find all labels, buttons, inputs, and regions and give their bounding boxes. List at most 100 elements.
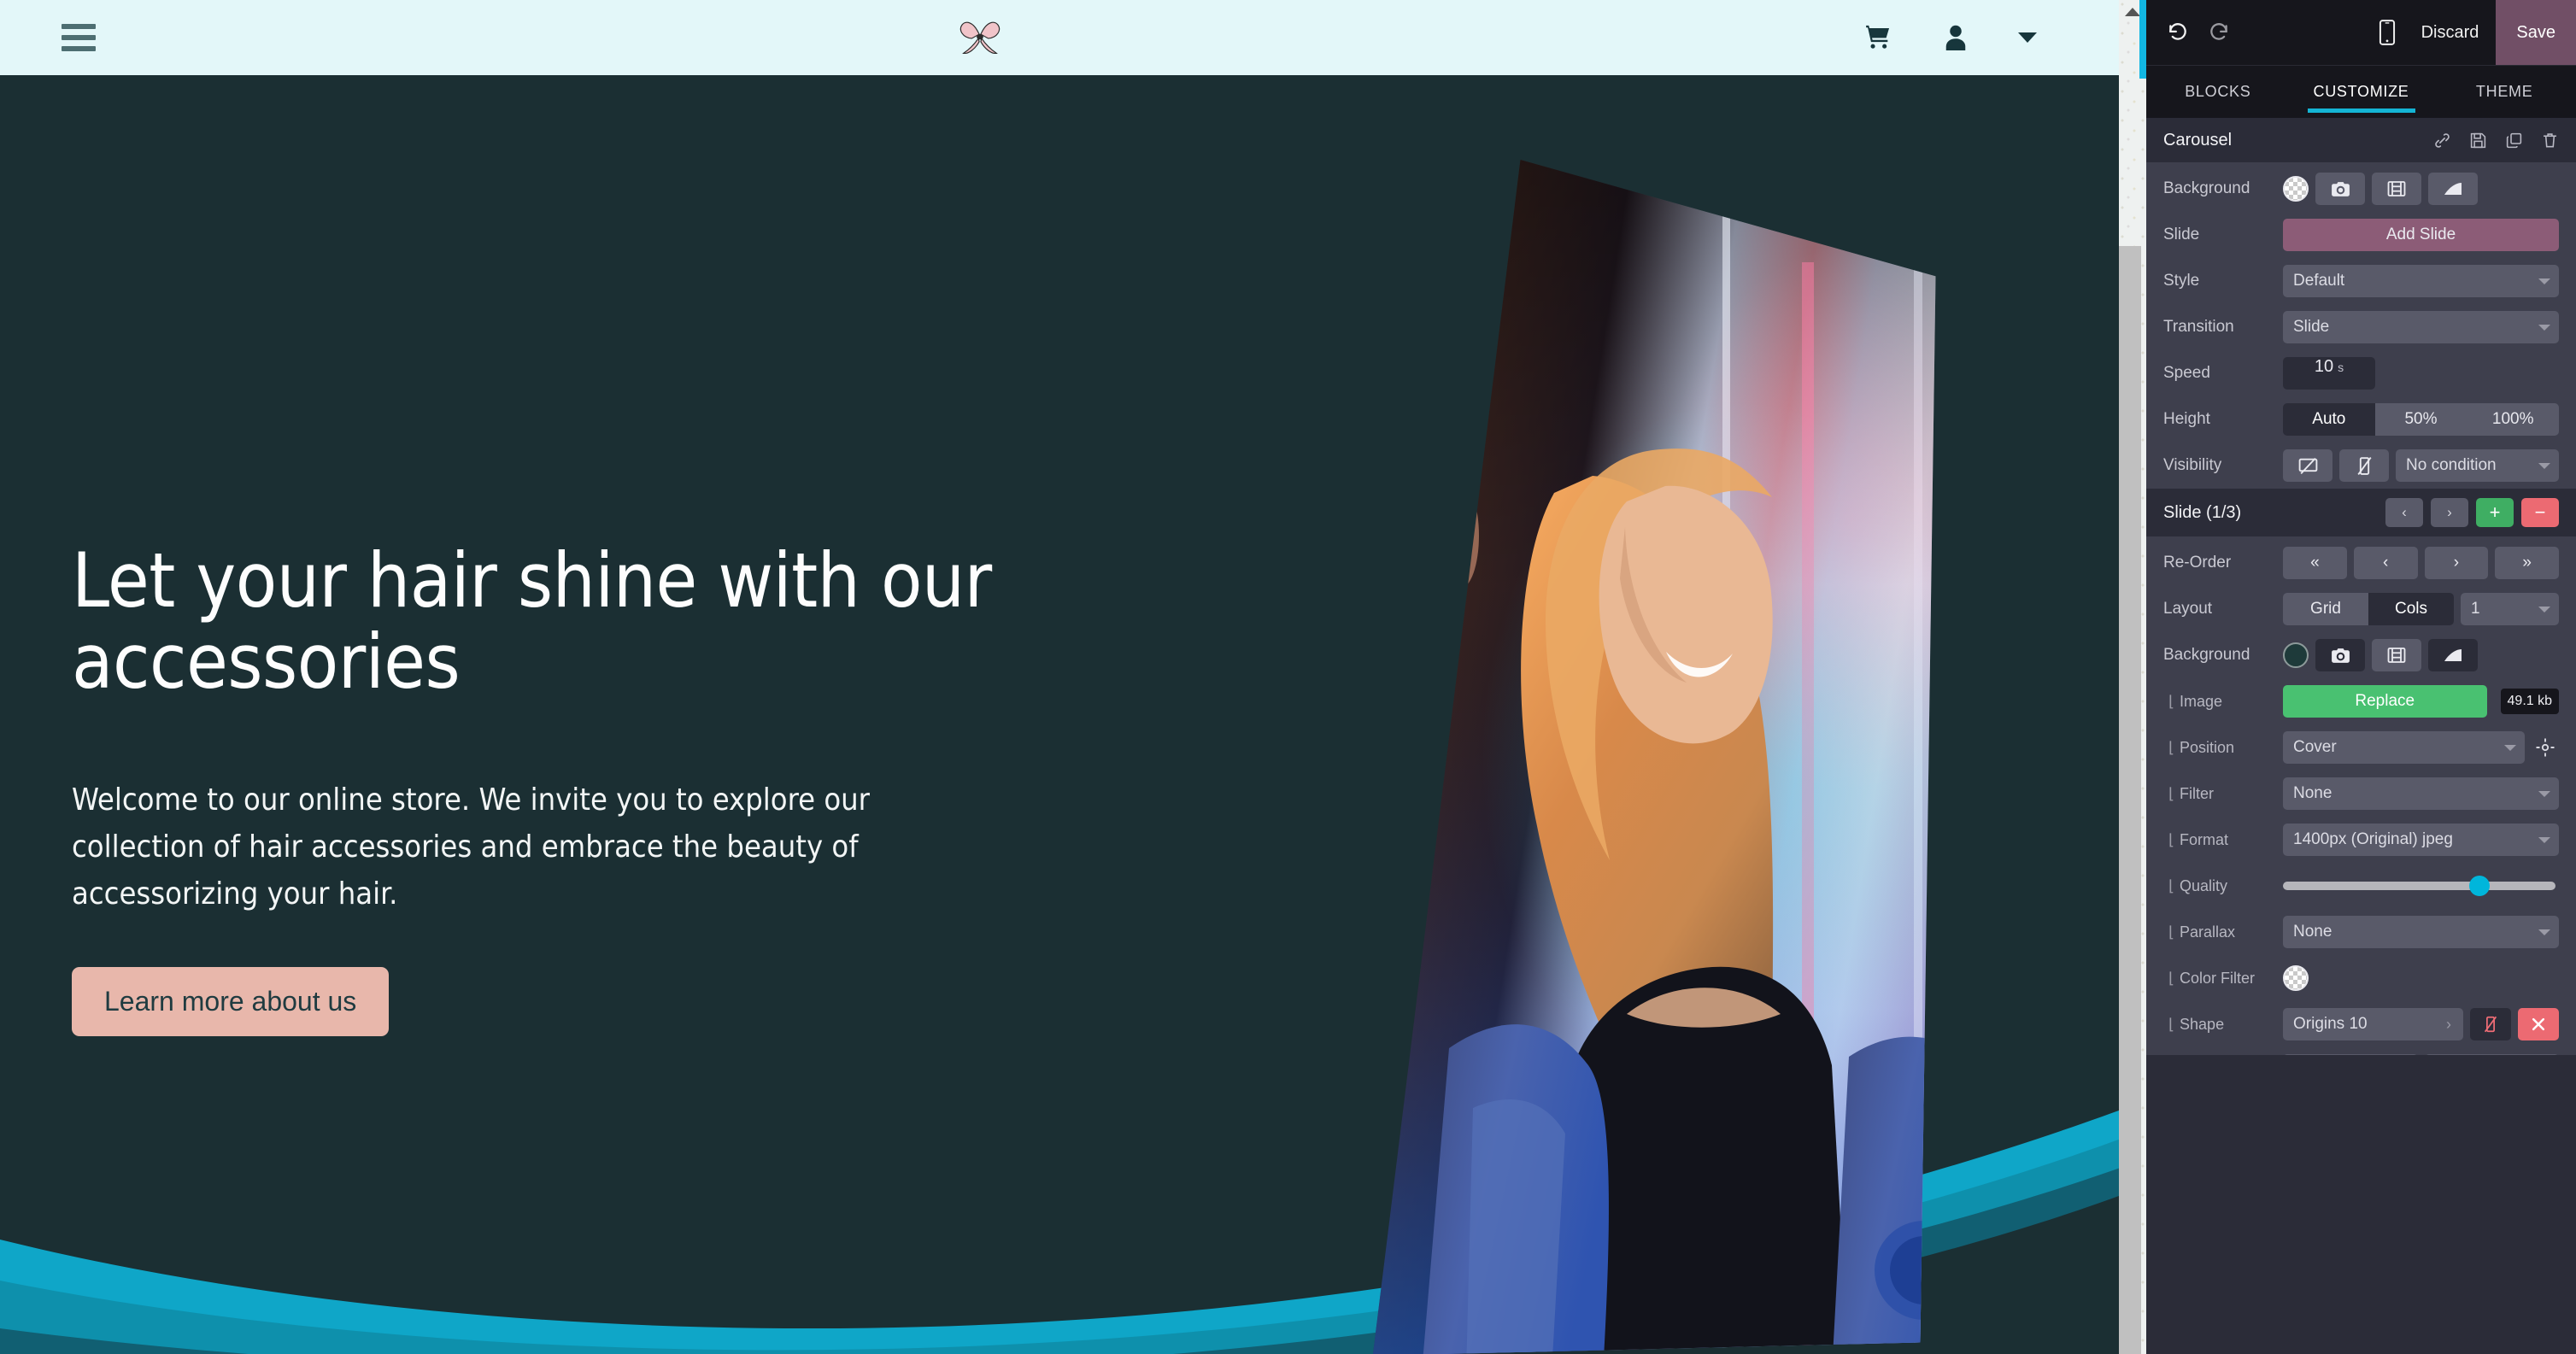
row-color-filter: ⌊ Color Filter: [2146, 955, 2576, 1001]
add-slide-button[interactable]: Add Slide: [2283, 219, 2559, 251]
hero-paragraph: Welcome to our online store. We invite y…: [72, 783, 870, 911]
learn-more-button[interactable]: Learn more about us: [72, 967, 390, 1037]
style-select[interactable]: Default: [2283, 265, 2559, 297]
transition-value: Slide: [2293, 318, 2330, 336]
user-account-icon[interactable]: [1943, 23, 1969, 52]
discard-button[interactable]: Discard: [2404, 23, 2497, 43]
gradient-icon[interactable]: [2428, 173, 2478, 205]
reorder-last-button[interactable]: »: [2495, 547, 2559, 579]
transition-select[interactable]: Slide: [2283, 311, 2559, 343]
chevron-down-icon: [2538, 325, 2550, 331]
duplicate-icon[interactable]: [2505, 132, 2523, 149]
bow-logo-icon: [959, 21, 1000, 54]
row-shape: ⌊ Shape Origins 10 ›: [2146, 1001, 2576, 1047]
row-image: ⌊ Image Replace 49.1 kb: [2146, 678, 2576, 724]
background-color-swatch[interactable]: [2283, 176, 2309, 202]
slide-prev-button[interactable]: ‹: [2385, 498, 2423, 527]
save-disk-icon[interactable]: [2469, 132, 2487, 149]
visibility-condition-value: No condition: [2406, 456, 2497, 474]
shape-select[interactable]: Origins 10 ›: [2283, 1008, 2463, 1040]
tab-theme[interactable]: THEME: [2432, 66, 2576, 118]
layout-option-grid[interactable]: Grid: [2283, 593, 2368, 625]
preview-scrollbar[interactable]: [2119, 0, 2146, 1354]
video-icon[interactable]: [2372, 639, 2421, 671]
tab-customize[interactable]: CUSTOMIZE: [2290, 66, 2433, 118]
visibility-condition-select[interactable]: No condition: [2396, 449, 2559, 482]
label-speed: Speed: [2163, 364, 2210, 382]
height-option-100[interactable]: 100%: [2467, 403, 2559, 436]
carousel-settings: Background Slide Add Slide Style Default…: [2146, 162, 2576, 489]
hide-mobile-icon[interactable]: [2339, 449, 2389, 482]
video-icon[interactable]: [2372, 173, 2421, 205]
shopping-cart-icon[interactable]: [1864, 23, 1893, 52]
label-layout: Layout: [2163, 600, 2213, 618]
row-style: Style Default: [2146, 258, 2576, 304]
section-header-carousel: Carousel: [2146, 118, 2576, 162]
camera-icon[interactable]: [2315, 173, 2365, 205]
trash-icon[interactable]: [2541, 132, 2559, 149]
redo-icon[interactable]: [2208, 21, 2230, 44]
camera-icon[interactable]: [2315, 639, 2365, 671]
editor-tabs: BLOCKS CUSTOMIZE THEME: [2146, 65, 2576, 118]
row-slide-background: Background: [2146, 632, 2576, 678]
reorder-prev-button[interactable]: ‹: [2353, 547, 2418, 579]
color-filter-swatch[interactable]: [2283, 965, 2309, 991]
label-format: ⌊ Format: [2168, 830, 2229, 848]
hide-desktop-icon[interactable]: [2283, 449, 2332, 482]
website-preview: Let your hair shine with our accessories…: [0, 0, 2146, 1354]
row-quality: ⌊ Quality: [2146, 863, 2576, 909]
label-visibility: Visibility: [2163, 456, 2222, 474]
label-shape: ⌊ Shape: [2168, 1015, 2225, 1033]
row-layout: Layout Grid Cols 1: [2146, 586, 2576, 632]
slide-add-button[interactable]: +: [2476, 498, 2514, 527]
height-option-50[interactable]: 50%: [2374, 403, 2467, 436]
section-header-slide: Slide (1/3) ‹ › + −: [2146, 489, 2576, 536]
site-header: [0, 0, 2139, 79]
row-reorder: Re-Order « ‹ › »: [2146, 540, 2576, 586]
link-icon[interactable]: [2433, 132, 2451, 149]
format-select[interactable]: 1400px (Original) jpeg: [2283, 824, 2559, 856]
row-filter: ⌊ Filter None: [2146, 771, 2576, 817]
reorder-next-button[interactable]: ›: [2424, 547, 2489, 579]
label-height: Height: [2163, 410, 2210, 428]
position-select[interactable]: Cover: [2283, 731, 2525, 764]
mobile-preview-icon[interactable]: [2370, 20, 2404, 45]
save-button[interactable]: Save: [2496, 0, 2576, 65]
row-transition: Transition Slide: [2146, 304, 2576, 350]
slide-counter-label: Slide (1/3): [2163, 502, 2242, 522]
layout-option-cols[interactable]: Cols: [2368, 593, 2454, 625]
slide-remove-button[interactable]: −: [2521, 498, 2559, 527]
shape-toggle-icon[interactable]: [2470, 1008, 2511, 1040]
scrollbar-thumb[interactable]: [2119, 246, 2141, 1354]
chevron-down-icon[interactable]: [2018, 32, 2037, 43]
label-transition: Transition: [2163, 318, 2234, 336]
chevron-down-icon: [2538, 607, 2550, 613]
row-add-slide: Slide Add Slide: [2146, 212, 2576, 258]
label-slide-background: Background: [2163, 646, 2250, 664]
speed-input[interactable]: 10 s: [2283, 357, 2375, 390]
layout-columns-select[interactable]: 1: [2461, 593, 2559, 625]
quality-slider[interactable]: [2283, 876, 2555, 896]
scroll-up-arrow-icon[interactable]: [2125, 8, 2140, 16]
preview-accent-edge: [2139, 0, 2146, 79]
replace-image-button[interactable]: Replace: [2283, 685, 2487, 718]
shape-clear-button[interactable]: [2518, 1008, 2559, 1040]
height-option-auto[interactable]: Auto: [2283, 403, 2375, 436]
move-target-icon[interactable]: [2532, 737, 2559, 758]
undo-icon[interactable]: [2167, 21, 2189, 44]
reorder-first-button[interactable]: «: [2283, 547, 2347, 579]
filter-select[interactable]: None: [2283, 777, 2559, 810]
parallax-select[interactable]: None: [2283, 916, 2559, 948]
section-title: Carousel: [2163, 130, 2233, 149]
quality-slider-knob[interactable]: [2468, 876, 2490, 896]
chevron-down-icon: [2538, 791, 2550, 797]
tab-blocks[interactable]: BLOCKS: [2146, 66, 2290, 118]
chevron-down-icon: [2538, 837, 2550, 843]
gradient-icon[interactable]: [2428, 639, 2478, 671]
site-logo[interactable]: [96, 13, 1864, 62]
slide-background-color-swatch[interactable]: [2283, 642, 2309, 668]
hamburger-menu-icon[interactable]: [62, 24, 96, 51]
slide-next-button[interactable]: ›: [2431, 498, 2468, 527]
style-value: Default: [2293, 272, 2345, 290]
chevron-down-icon: [2538, 929, 2550, 935]
